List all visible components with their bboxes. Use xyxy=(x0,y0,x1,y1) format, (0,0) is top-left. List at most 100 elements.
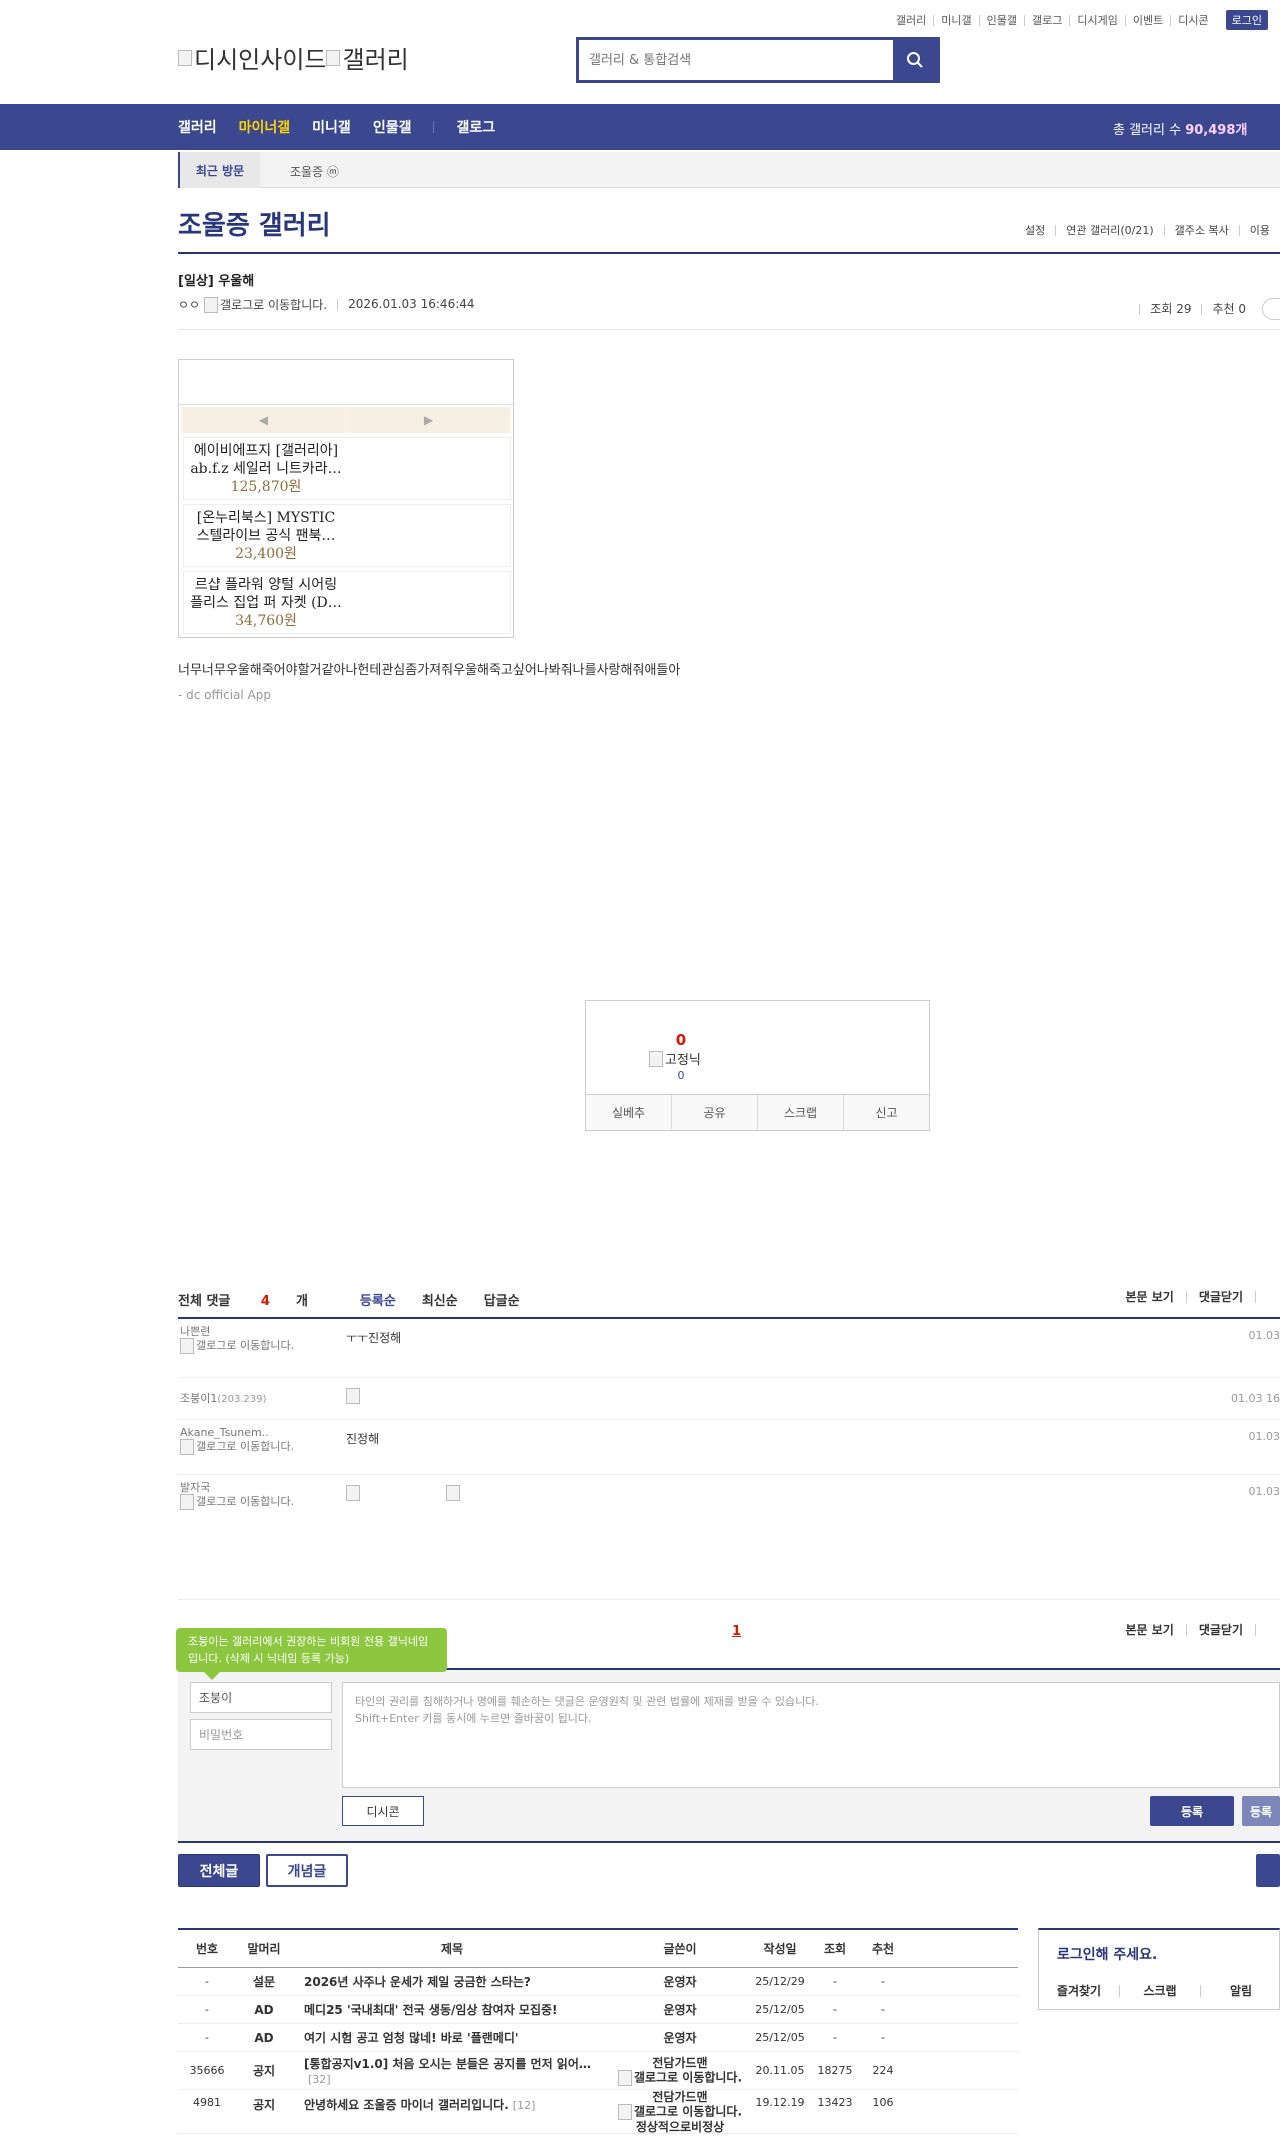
logo-gallery-alt: 갤러리 xyxy=(342,46,409,74)
comment-row: 발자국 갤로그로 이동합니다. 01.03 xyxy=(178,1475,1280,1600)
post-option-toggle[interactable] xyxy=(1262,298,1280,320)
gallery-title[interactable]: 조울증 갤러리 xyxy=(178,205,331,242)
search-input[interactable] xyxy=(579,40,893,80)
related-gallery-link[interactable]: 연관 갤러리(0/21) xyxy=(1055,225,1163,236)
submit-comment-button[interactable]: 등록 xyxy=(1150,1796,1234,1826)
close-comments-link[interactable]: 댓글닫기 xyxy=(1185,1624,1255,1636)
login-button[interactable]: 로그인 xyxy=(1225,10,1268,30)
row-title[interactable]: 안녕하세요 조울증 마이너 갤러리입니다. [12] xyxy=(292,2096,612,2113)
gnb-minor[interactable]: 마이너갤 xyxy=(239,117,291,137)
util-game-link[interactable]: 디시게임 xyxy=(1069,14,1124,26)
row-recommend: 106 xyxy=(872,2096,894,2109)
submit-comment-button-2[interactable]: 등록 xyxy=(1242,1796,1280,1826)
row-writer[interactable]: 전담가드맨 갤로그로 이동합니다. 정상적으로비정상 xyxy=(612,2090,748,2134)
row-writer[interactable]: 운영자 xyxy=(612,2001,748,2018)
gnb-person[interactable]: 인물갤 xyxy=(373,117,412,137)
col-views: 조회 xyxy=(823,1942,847,1956)
row-recommend: - xyxy=(881,1975,885,1988)
post-author[interactable]: ㅇㅇ xyxy=(178,296,200,313)
comment-nick[interactable]: 조붕이1(203.239) xyxy=(180,1392,267,1406)
password-field[interactable]: 비밀번호 xyxy=(190,1719,332,1750)
comment-gallog-link[interactable]: 갤로그로 이동합니다. xyxy=(196,1495,294,1508)
view-body-link[interactable]: 본문 보기 xyxy=(1113,1291,1185,1303)
write-button-edge[interactable] xyxy=(1256,1854,1280,1887)
gnb-mini[interactable]: 미니갤 xyxy=(312,117,351,137)
alarm-link[interactable]: 알림 xyxy=(1200,1985,1280,1997)
table-row[interactable]: - AD 여기 시험 공고 엄청 많네! 바로 '플랜메디' 운영자 25/12… xyxy=(178,2024,1018,2052)
row-title[interactable]: [통합공지v1.0] 처음 오시는 분들은 공지를 먼저 읽어… [32] xyxy=(292,2055,612,2086)
concept-posts-button[interactable]: 개념글 xyxy=(266,1854,348,1887)
row-date: 20.11.05 xyxy=(755,2064,805,2077)
row-writer[interactable]: 운영자 xyxy=(612,2029,748,2046)
scrap-button[interactable]: 스크랩 xyxy=(757,1095,843,1130)
ad-prev-button[interactable]: ◀ xyxy=(183,407,344,433)
row-title[interactable]: 2026년 사주나 운세가 제일 궁금한 스타는? xyxy=(292,1973,612,1990)
textarea-placeholder-1: 타인의 권리를 침해하거나 명예를 훼손하는 댓글은 운영원칙 및 관련 법률에… xyxy=(355,1695,819,1708)
ad-product[interactable]: 르샵 플라워 양털 시어링 플리스 집업 퍼 자켓 (D… 34,760원 xyxy=(183,571,511,634)
gallery-settings-link[interactable]: 설정 xyxy=(1015,225,1055,236)
scrap-link[interactable]: 스크랩 xyxy=(1119,1985,1200,1997)
comment-nick[interactable]: 나쁜련 갤로그로 이동합니다. xyxy=(180,1325,294,1354)
row-writer[interactable]: 운영자 xyxy=(612,1973,748,1990)
all-posts-button[interactable]: 전체글 xyxy=(178,1854,260,1887)
row-title[interactable]: 여기 시험 공고 엄청 많네! 바로 '플랜메디' xyxy=(292,2029,612,2046)
author-gallog-link[interactable]: 갤로그로 이동합니다. xyxy=(220,296,327,313)
util-dccon-link[interactable]: 디시콘 xyxy=(1170,14,1215,26)
ad-product[interactable]: 에이비에프지 [갤러리아] ab.f.z 세일러 니트카라… 125,870원 xyxy=(183,437,511,500)
comment-gallog-link[interactable]: 갤로그로 이동합니다. xyxy=(196,1339,294,1352)
favorites-link[interactable]: 즐겨찾기 xyxy=(1039,1985,1119,1997)
row-title[interactable]: 메디25 '국내최대' 전국 생동/임상 참여자 모집중! xyxy=(292,2001,612,2018)
row-recommend: - xyxy=(881,2003,885,2016)
comment-date: 01.03 xyxy=(1248,1430,1280,1443)
sort-reply-tab[interactable]: 답글순 xyxy=(484,1290,520,1309)
comment-gallog-link[interactable]: 갤로그로 이동합니다. xyxy=(196,1440,294,1453)
ad-next-button[interactable]: ▶ xyxy=(348,407,509,433)
row-recommend: 224 xyxy=(872,2064,894,2077)
row-recommend: - xyxy=(881,2031,885,2044)
dccon-button[interactable]: 디시콘 xyxy=(342,1796,424,1826)
comment-textarea[interactable]: 타인의 권리를 침해하거나 명예를 훼손하는 댓글은 운영원칙 및 관련 법률에… xyxy=(342,1682,1280,1788)
close-comments-link[interactable]: 댓글닫기 xyxy=(1185,1291,1255,1303)
broken-image-icon xyxy=(649,1050,663,1067)
util-mini-link[interactable]: 미니갤 xyxy=(933,14,978,26)
sort-latest-tab[interactable]: 최신순 xyxy=(422,1290,458,1309)
comment-nick[interactable]: Akane_Tsunem.. 갤로그로 이동합니다. xyxy=(180,1426,294,1455)
util-event-link[interactable]: 이벤트 xyxy=(1124,14,1170,26)
share-button[interactable]: 공유 xyxy=(671,1095,757,1130)
util-gallog-link[interactable]: 갤로그 xyxy=(1024,14,1069,26)
table-row[interactable]: 4981 공지 안녕하세요 조울증 마이너 갤러리입니다. [12] 전담가드맨 갤… xyxy=(178,2090,1018,2134)
ad-product-price: 125,870원 xyxy=(230,479,302,495)
login-prompt[interactable]: 로그인해 주세요. xyxy=(1057,1944,1157,1964)
util-gallery-link[interactable]: 갤러리 xyxy=(889,15,933,26)
comment-page-1[interactable]: 1 xyxy=(732,1624,741,1639)
sort-registered-tab[interactable]: 등록순 xyxy=(360,1290,396,1309)
best-recommend-button[interactable]: 실베추 xyxy=(586,1095,671,1130)
ad-product[interactable]: [온누리북스] MYSTIC 스텔라이브 공식 팬북… 23,400원 xyxy=(183,504,511,567)
row-date: 25/12/29 xyxy=(755,1975,805,1988)
textarea-placeholder-2: Shift+Enter 키를 동시에 누르면 줄바꿈이 됩니다. xyxy=(355,1712,592,1725)
comment-nick[interactable]: 발자국 갤로그로 이동합니다. xyxy=(180,1481,294,1510)
broken-image-icon xyxy=(178,49,192,66)
recent-gallery-link[interactable]: 조울증 ⓜ xyxy=(290,163,339,180)
table-row[interactable]: 35666 공지 [통합공지v1.0] 처음 오시는 분들은 공지를 먼저 읽어… xyxy=(178,2052,1018,2090)
view-body-link[interactable]: 본문 보기 xyxy=(1113,1624,1185,1636)
copy-address-link[interactable]: 갤주소 복사 xyxy=(1163,225,1239,236)
row-writer[interactable]: 전담가드맨 갤로그로 이동합니다. xyxy=(612,2056,748,2086)
ad-product-name: 르샵 플라워 양털 시어링 플리스 집업 퍼 자켓 (D… xyxy=(190,577,342,611)
nickname-field[interactable]: 조붕이 xyxy=(190,1682,332,1713)
report-button[interactable]: 신고 xyxy=(843,1095,929,1130)
post-info: ㅇㅇ 갤로그로 이동합니다. 2026.01.03 16:46:44 xyxy=(178,296,475,313)
recent-visit-bar: 최근 방문 조울증 ⓜ xyxy=(178,152,1280,188)
gnb-gallery[interactable]: 갤러리 xyxy=(178,117,217,137)
row-date: 19.12.19 xyxy=(755,2096,805,2109)
util-person-link[interactable]: 인물갤 xyxy=(978,14,1024,26)
link-divider xyxy=(1255,1291,1280,1303)
search-button[interactable] xyxy=(893,40,937,80)
table-row[interactable]: - AD 메디25 '국내최대' 전국 생동/임상 참여자 모집중! 운영자 2… xyxy=(178,1996,1018,2024)
gnb-gallog[interactable]: 갤로그 xyxy=(456,117,495,137)
table-row[interactable]: - 설문 2026년 사주나 운세가 제일 궁금한 스타는? 운영자 25/12… xyxy=(178,1968,1018,1996)
site-logo[interactable]: 디시인사이드 갤러리 xyxy=(178,40,409,75)
usage-link[interactable]: 이용 xyxy=(1238,225,1280,236)
broken-image-icon xyxy=(180,1439,194,1455)
recent-visit-label[interactable]: 최근 방문 xyxy=(178,152,260,188)
